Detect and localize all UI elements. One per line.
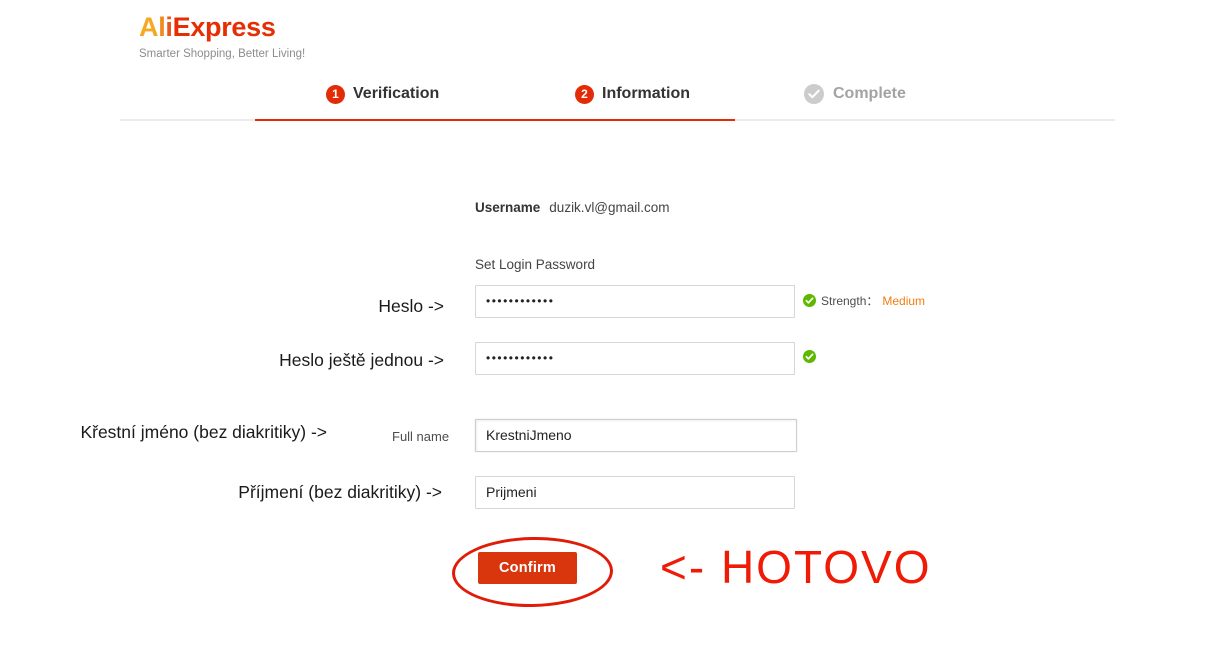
annotation-done: <- HOTOVO	[660, 541, 932, 593]
annotation-password: Heslo ->	[378, 296, 444, 316]
annotation-firstname: Křestní jméno (bez diakritiky) ->	[80, 422, 327, 442]
password-input[interactable]: ••••••••••••	[475, 285, 795, 318]
annotation-lastname: Příjmení (bez diakritiky) ->	[238, 482, 442, 502]
lastname-input[interactable]: Prijmeni	[475, 476, 795, 509]
strength-label: Strength：	[821, 294, 879, 308]
set-login-password-label: Set Login Password	[475, 257, 596, 272]
annotation-password-again: Heslo ještě jednou ->	[279, 350, 444, 370]
registration-form: Username duzik.vl@gmail.com Set Login Pa…	[0, 0, 1229, 669]
fullname-input[interactable]: KrestniJmeno	[475, 419, 797, 452]
confirm-button[interactable]: Confirm	[478, 552, 577, 584]
strength-value: Medium	[882, 293, 926, 308]
password-confirm-valid-icon	[803, 350, 816, 363]
password-strength-indicator: Strength： Medium	[803, 292, 925, 309]
username-label: Username	[475, 200, 541, 215]
username-value: duzik.vl@gmail.com	[549, 200, 670, 215]
password-confirm-input[interactable]: ••••••••••••	[475, 342, 795, 375]
username-row: Username duzik.vl@gmail.com	[475, 200, 670, 215]
fullname-label: Full name	[392, 429, 450, 444]
valid-check-icon	[803, 294, 816, 307]
